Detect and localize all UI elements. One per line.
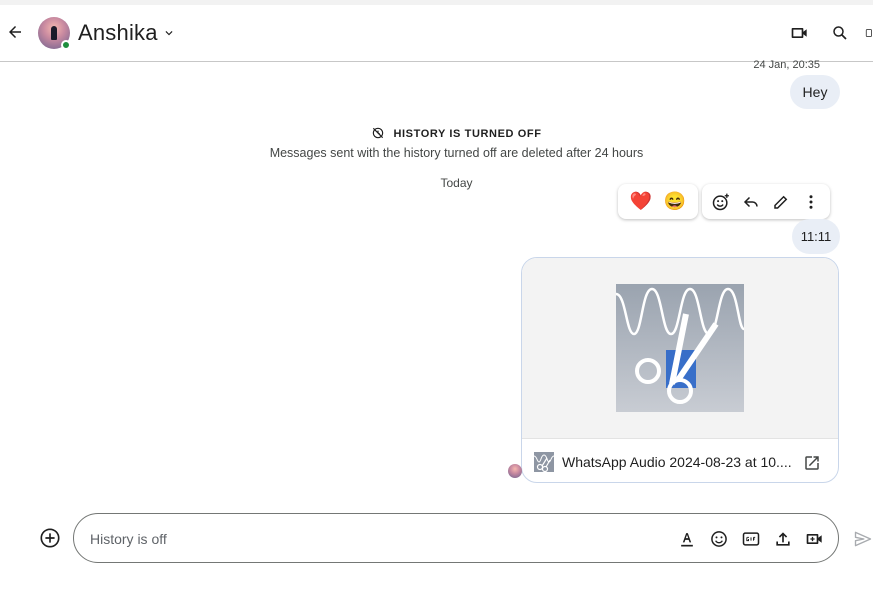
contact-avatar[interactable] (38, 17, 71, 50)
history-off-icon (373, 127, 384, 139)
online-status-dot (61, 40, 71, 50)
read-receipt-avatar (508, 464, 522, 478)
more-icon[interactable] (864, 22, 873, 44)
video-call-icon[interactable] (789, 22, 811, 44)
chevron-down-icon[interactable] (162, 26, 176, 40)
contact-name[interactable]: Anshika (78, 20, 158, 46)
attachment-preview (522, 258, 838, 439)
upload-icon[interactable] (771, 527, 795, 551)
send-icon[interactable] (851, 527, 873, 551)
edit-icon[interactable] (769, 190, 793, 214)
more-options-icon[interactable] (799, 190, 823, 214)
reaction-laugh[interactable]: 😄 (664, 191, 686, 212)
message-input[interactable] (90, 527, 650, 551)
back-arrow-icon[interactable] (4, 21, 26, 43)
search-icon[interactable] (829, 22, 851, 44)
add-attachment-icon[interactable] (38, 526, 62, 550)
quick-reactions-bar: ❤️ 😄 (618, 184, 698, 219)
audio-file-icon (534, 452, 554, 472)
outgoing-message-hey[interactable]: Hey (790, 75, 840, 109)
reply-icon[interactable] (739, 190, 763, 214)
chat-header: Anshika (0, 5, 873, 62)
message-composer (73, 513, 839, 563)
attachment-filename[interactable]: WhatsApp Audio 2024-08-23 at 10.... (562, 454, 792, 470)
emoji-icon[interactable] (707, 527, 731, 551)
history-off-description: Messages sent with the history turned of… (269, 146, 644, 160)
history-off-notice: HISTORY IS TURNED OFF (0, 126, 873, 140)
message-timestamp: 24 Jan, 20:35 (753, 59, 820, 71)
add-reaction-icon[interactable] (709, 190, 733, 214)
video-message-icon[interactable] (803, 527, 827, 551)
gif-icon[interactable] (739, 527, 763, 551)
text-format-icon[interactable] (675, 527, 699, 551)
outgoing-message-time[interactable]: 11:11 (792, 219, 840, 254)
history-off-title: HISTORY IS TURNED OFF (393, 128, 542, 140)
audio-cutter-thumbnail (616, 284, 744, 412)
message-actions-bar (702, 184, 830, 219)
audio-attachment-card[interactable]: WhatsApp Audio 2024-08-23 at 10.... (521, 257, 839, 483)
open-external-icon[interactable] (801, 452, 823, 474)
reaction-heart[interactable]: ❤️ (630, 191, 652, 212)
avatar-figure (51, 26, 57, 40)
